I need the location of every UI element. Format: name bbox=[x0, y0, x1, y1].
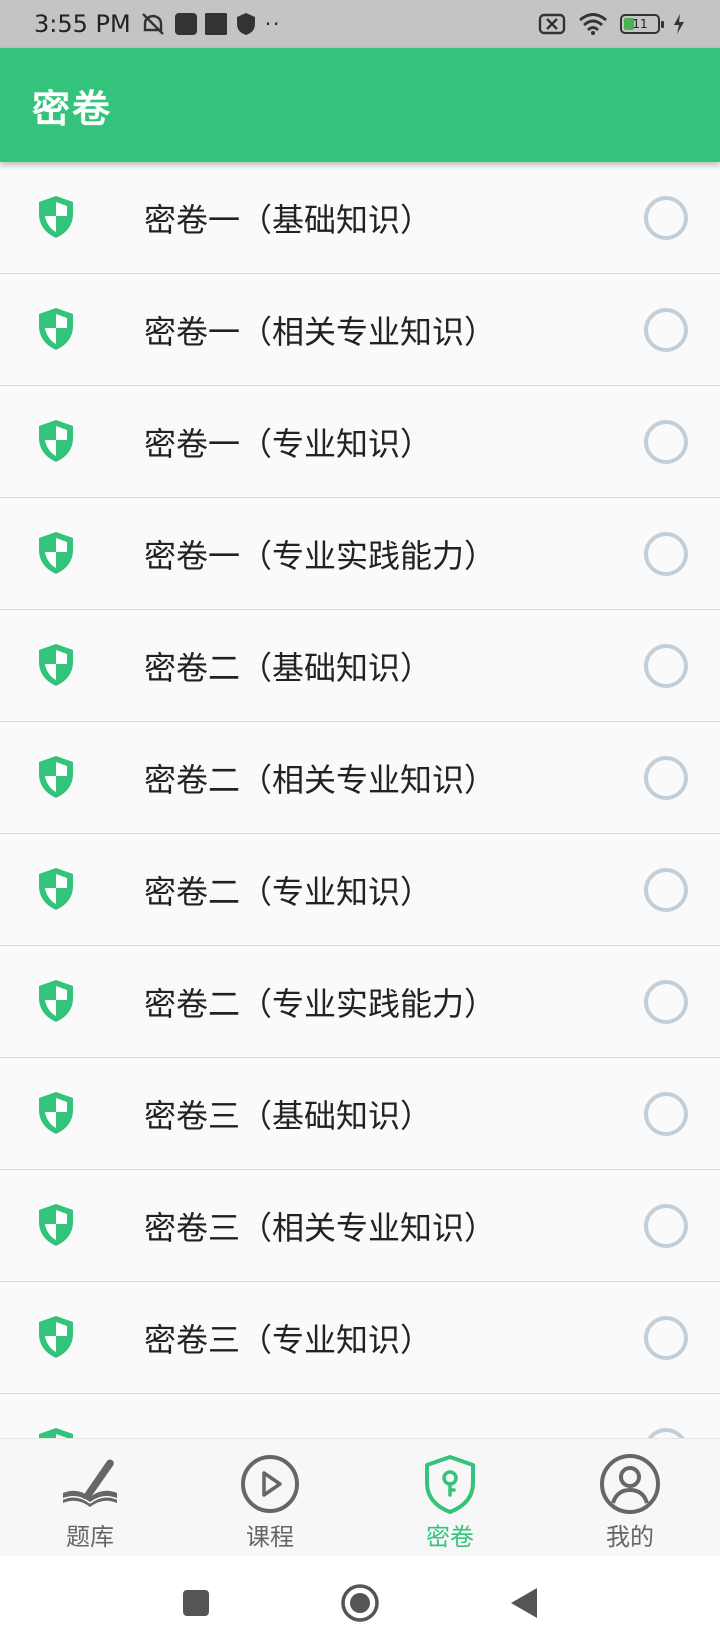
shield-icon bbox=[236, 13, 255, 35]
list-item-label: 密卷一（专业知识） bbox=[144, 424, 433, 463]
tab-secret-papers[interactable]: 密卷 bbox=[360, 1439, 540, 1556]
list-item[interactable]: 密卷一（相关专业知识） bbox=[0, 274, 720, 386]
battery-icon: 11 bbox=[620, 14, 664, 34]
shield-icon bbox=[39, 868, 73, 910]
no-sim-icon bbox=[538, 13, 566, 35]
shield-icon bbox=[39, 1428, 73, 1438]
wifi-icon bbox=[579, 13, 607, 35]
square-icon bbox=[183, 1590, 209, 1616]
list-item[interactable]: 密卷一（专业实践能力） bbox=[0, 498, 720, 610]
radio-button[interactable] bbox=[644, 419, 688, 464]
tab-profile[interactable]: 我的 bbox=[540, 1439, 720, 1556]
user-icon bbox=[600, 1454, 660, 1514]
list-item-label: 密卷三（专业知识） bbox=[144, 1320, 433, 1359]
battery-level: 11 bbox=[632, 17, 648, 31]
play-circle-icon bbox=[241, 1455, 299, 1513]
app-bar: 密卷 bbox=[0, 48, 720, 162]
radio-button[interactable] bbox=[644, 979, 688, 1024]
radio-button[interactable] bbox=[644, 643, 688, 688]
app-icon bbox=[174, 13, 197, 35]
mute-icon bbox=[141, 13, 164, 35]
list-item-label: 密卷三（基础知识） bbox=[144, 1096, 433, 1135]
shield-icon bbox=[39, 420, 73, 462]
list-item[interactable]: 密卷三（基础知识） bbox=[0, 1058, 720, 1170]
page-title: 密卷 bbox=[32, 86, 113, 131]
radio-button[interactable] bbox=[644, 1091, 688, 1136]
tab-label: 密卷 bbox=[426, 1523, 474, 1551]
list-item[interactable]: 密卷一（基础知识） bbox=[0, 162, 720, 274]
radio-button[interactable] bbox=[644, 1427, 688, 1438]
shield-icon bbox=[39, 1316, 73, 1358]
book-pen-icon bbox=[62, 1459, 118, 1507]
app-square-icon bbox=[204, 13, 227, 35]
shield-icon bbox=[39, 196, 73, 238]
radio-button[interactable] bbox=[644, 1315, 688, 1360]
shield-icon bbox=[39, 980, 73, 1022]
radio-button[interactable] bbox=[644, 1203, 688, 1248]
system-nav-bar bbox=[0, 1556, 720, 1650]
radio-button[interactable] bbox=[644, 307, 688, 352]
list-item-partial[interactable] bbox=[0, 1394, 720, 1438]
recent-apps-button[interactable] bbox=[174, 1581, 218, 1625]
shield-icon bbox=[39, 532, 73, 574]
list-item-label: 密卷一（相关专业知识） bbox=[144, 312, 497, 351]
list-item[interactable]: 密卷二（专业实践能力） bbox=[0, 946, 720, 1058]
shield-icon bbox=[39, 644, 73, 686]
list-item[interactable]: 密卷二（相关专业知识） bbox=[0, 722, 720, 834]
radio-button[interactable] bbox=[644, 755, 688, 800]
shield-icon bbox=[39, 1092, 73, 1134]
more-dots-icon: ·· bbox=[264, 12, 282, 36]
status-bar: 3:55 PM ·· 11 bbox=[0, 0, 720, 48]
list-item[interactable]: 密卷二（基础知识） bbox=[0, 610, 720, 722]
radio-button[interactable] bbox=[644, 195, 688, 240]
list-item[interactable]: 密卷三（专业知识） bbox=[0, 1282, 720, 1394]
back-triangle-icon bbox=[511, 1588, 537, 1618]
tab-label: 我的 bbox=[606, 1523, 654, 1551]
tab-label: 题库 bbox=[66, 1523, 114, 1551]
tab-question-bank[interactable]: 题库 bbox=[0, 1439, 180, 1556]
tab-courses[interactable]: 课程 bbox=[180, 1439, 360, 1556]
back-button[interactable] bbox=[502, 1581, 546, 1625]
list-item-label: 密卷二（相关专业知识） bbox=[144, 760, 497, 799]
list-item-label: 密卷二（基础知识） bbox=[144, 648, 433, 687]
status-time: 3:55 PM bbox=[34, 10, 131, 38]
shield-icon bbox=[39, 756, 73, 798]
radio-button[interactable] bbox=[644, 531, 688, 576]
list-item-label: 密卷三（相关专业知识） bbox=[144, 1208, 497, 1247]
home-button[interactable] bbox=[338, 1581, 382, 1625]
list-item[interactable]: 密卷三（相关专业知识） bbox=[0, 1170, 720, 1282]
list-item-label: 密卷二（专业知识） bbox=[144, 872, 433, 911]
shield-icon bbox=[39, 1204, 73, 1246]
tab-label: 课程 bbox=[246, 1523, 294, 1551]
list-item[interactable]: 密卷二（专业知识） bbox=[0, 834, 720, 946]
list-item[interactable]: 密卷一（专业知识） bbox=[0, 386, 720, 498]
bottom-nav: 题库 课程 密卷 我的 bbox=[0, 1438, 720, 1556]
charging-icon bbox=[674, 14, 684, 34]
radio-button[interactable] bbox=[644, 867, 688, 912]
home-circle-icon bbox=[341, 1584, 379, 1622]
list-item-label: 密卷二（专业实践能力） bbox=[144, 984, 497, 1023]
list-item-label: 密卷一（专业实践能力） bbox=[144, 536, 497, 575]
shield-icon bbox=[39, 308, 73, 350]
shield-key-icon bbox=[425, 1455, 475, 1514]
list-item-label: 密卷一（基础知识） bbox=[144, 200, 433, 239]
exam-paper-list[interactable]: 密卷一（基础知识） 密卷一（相关专业知识） 密卷一（专业知识） 密卷一（专业实践… bbox=[0, 162, 720, 1438]
